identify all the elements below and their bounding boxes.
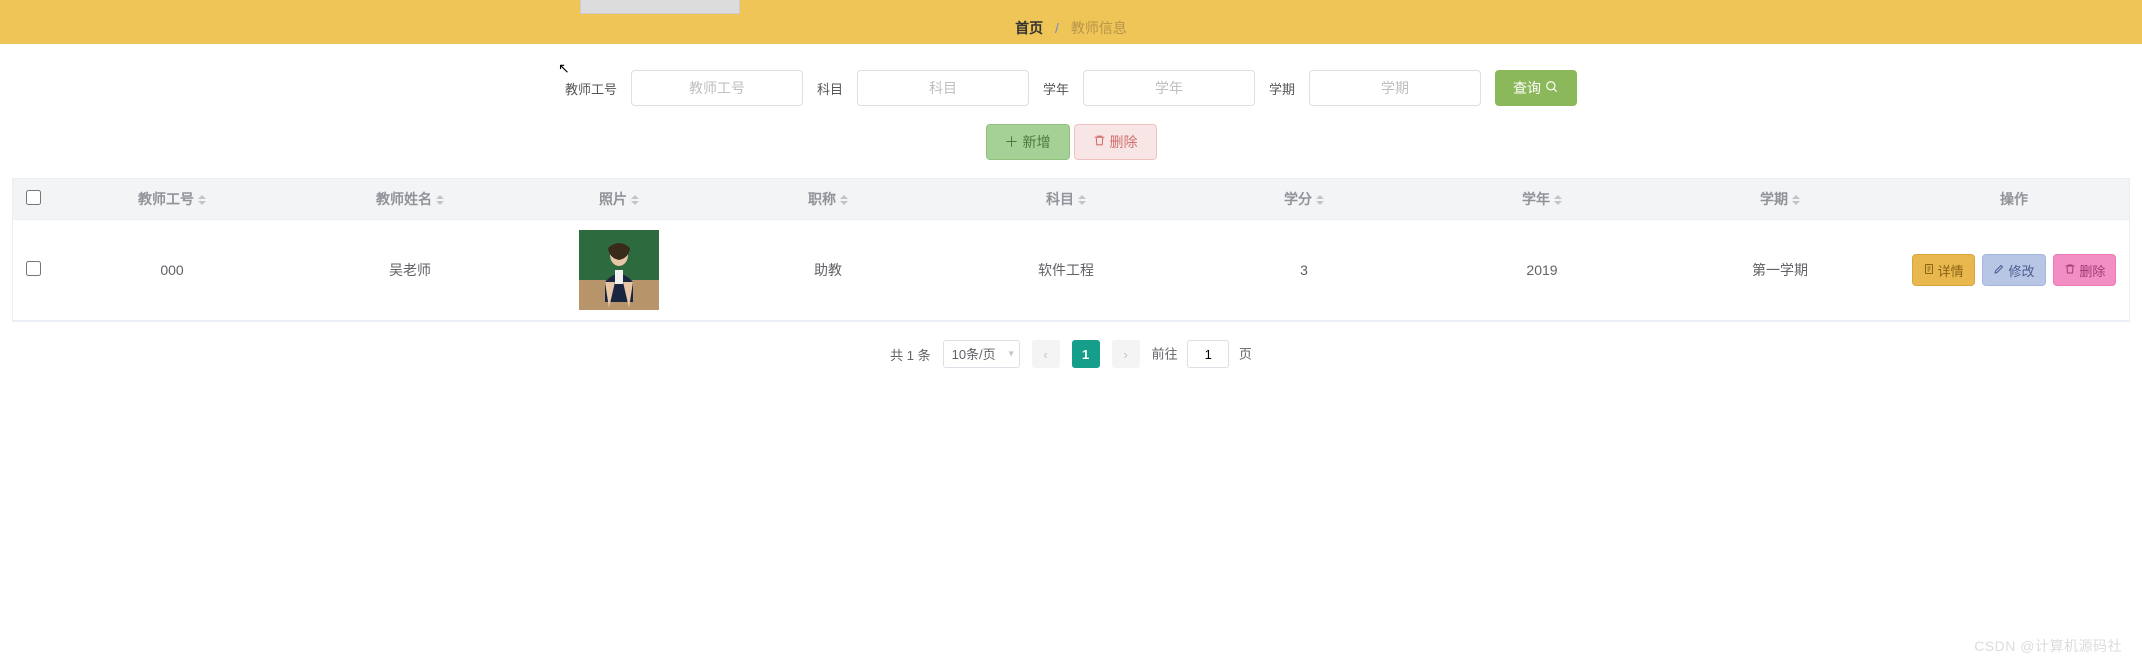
- delete-row-button-label: 删除: [2079, 261, 2105, 280]
- sort-icon: [1078, 195, 1086, 205]
- table-row: 000 吴老师 助教 软件工程 3 2019 第一学期: [13, 220, 2129, 321]
- prev-page-button[interactable]: ‹: [1032, 340, 1060, 368]
- cell-year: 2019: [1423, 220, 1661, 321]
- term-input[interactable]: [1309, 70, 1481, 106]
- detail-button-label: 详情: [1938, 261, 1964, 280]
- col-teacher-id[interactable]: 教师工号: [53, 179, 291, 220]
- breadcrumb-current: 教师信息: [1071, 20, 1127, 36]
- goto-page: 前往 页: [1152, 340, 1252, 368]
- cell-term: 第一学期: [1661, 220, 1899, 321]
- row-checkbox[interactable]: [26, 261, 41, 276]
- plus-icon: ＋: [1005, 132, 1019, 152]
- goto-prefix: 前往: [1152, 347, 1178, 362]
- col-ops: 操作: [1899, 179, 2129, 220]
- cell-credit: 3: [1185, 220, 1423, 321]
- trash-icon: [2064, 263, 2076, 278]
- cell-ops: 详情 修改 删除: [1899, 220, 2129, 321]
- query-button[interactable]: 查询: [1495, 70, 1577, 106]
- col-term[interactable]: 学期: [1661, 179, 1899, 220]
- next-page-button[interactable]: ›: [1112, 340, 1140, 368]
- pager-total: 共 1 条: [890, 345, 930, 364]
- subject-input[interactable]: [857, 70, 1029, 106]
- detail-button[interactable]: 详情: [1912, 254, 1975, 286]
- teacher-id-label: 教师工号: [565, 79, 617, 98]
- window-fragment: [580, 0, 740, 14]
- cell-teacher-id: 000: [53, 220, 291, 321]
- pagination: 共 1 条 10条/页 ▾ ‹ 1 › 前往 页: [0, 340, 2142, 368]
- teacher-id-input[interactable]: [631, 70, 803, 106]
- document-icon: [1923, 263, 1935, 278]
- cell-photo: [529, 220, 709, 321]
- cell-title: 助教: [709, 220, 947, 321]
- edit-icon: [1993, 263, 2005, 278]
- goto-page-input[interactable]: [1187, 340, 1229, 368]
- watermark: CSDN @计算机源码社: [1974, 636, 2122, 656]
- search-icon: [1545, 80, 1559, 97]
- sort-icon: [198, 195, 206, 205]
- sort-icon: [1554, 195, 1562, 205]
- data-table: 教师工号 教师姓名 照片 职称 科目 学分 学年 学期 操作 000 吴老师: [12, 178, 2130, 322]
- col-subject[interactable]: 科目: [947, 179, 1185, 220]
- page-number-button[interactable]: 1: [1072, 340, 1100, 368]
- table-header-row: 教师工号 教师姓名 照片 职称 科目 学分 学年 学期 操作: [13, 179, 2129, 220]
- subject-label: 科目: [817, 79, 843, 98]
- sort-icon: [840, 195, 848, 205]
- edit-button-label: 修改: [2008, 261, 2034, 280]
- sort-icon: [1792, 195, 1800, 205]
- sort-icon: [631, 195, 639, 205]
- search-bar: 教师工号 科目 学年 学期 查询: [0, 70, 2142, 106]
- term-label: 学期: [1269, 79, 1295, 98]
- col-year[interactable]: 学年: [1423, 179, 1661, 220]
- col-teacher-name[interactable]: 教师姓名: [291, 179, 529, 220]
- add-button-label: 新增: [1023, 132, 1051, 152]
- delete-button-label: 删除: [1110, 132, 1138, 152]
- sort-icon: [1316, 195, 1324, 205]
- cell-subject: 软件工程: [947, 220, 1185, 321]
- col-title[interactable]: 职称: [709, 179, 947, 220]
- breadcrumb: 首页 / 教师信息: [1015, 18, 1127, 38]
- year-label: 学年: [1043, 79, 1069, 98]
- delete-row-button[interactable]: 删除: [2053, 254, 2116, 286]
- year-input[interactable]: [1083, 70, 1255, 106]
- sort-icon: [436, 195, 444, 205]
- col-photo[interactable]: 照片: [529, 179, 709, 220]
- add-button[interactable]: ＋ 新增: [986, 124, 1070, 160]
- query-button-label: 查询: [1513, 78, 1541, 98]
- delete-button[interactable]: 删除: [1074, 124, 1157, 160]
- cell-teacher-name: 吴老师: [291, 220, 529, 321]
- goto-suffix: 页: [1239, 347, 1252, 362]
- edit-button[interactable]: 修改: [1982, 254, 2045, 286]
- select-all-checkbox[interactable]: [26, 190, 41, 205]
- breadcrumb-band: 首页 / 教师信息: [0, 0, 2142, 44]
- trash-icon: [1093, 134, 1106, 150]
- col-credit[interactable]: 学分: [1185, 179, 1423, 220]
- breadcrumb-separator: /: [1055, 20, 1059, 36]
- page-size-select[interactable]: 10条/页: [943, 340, 1020, 368]
- teacher-photo: [579, 230, 659, 310]
- action-bar: ＋ 新增 删除: [0, 124, 2142, 160]
- breadcrumb-home[interactable]: 首页: [1015, 20, 1043, 36]
